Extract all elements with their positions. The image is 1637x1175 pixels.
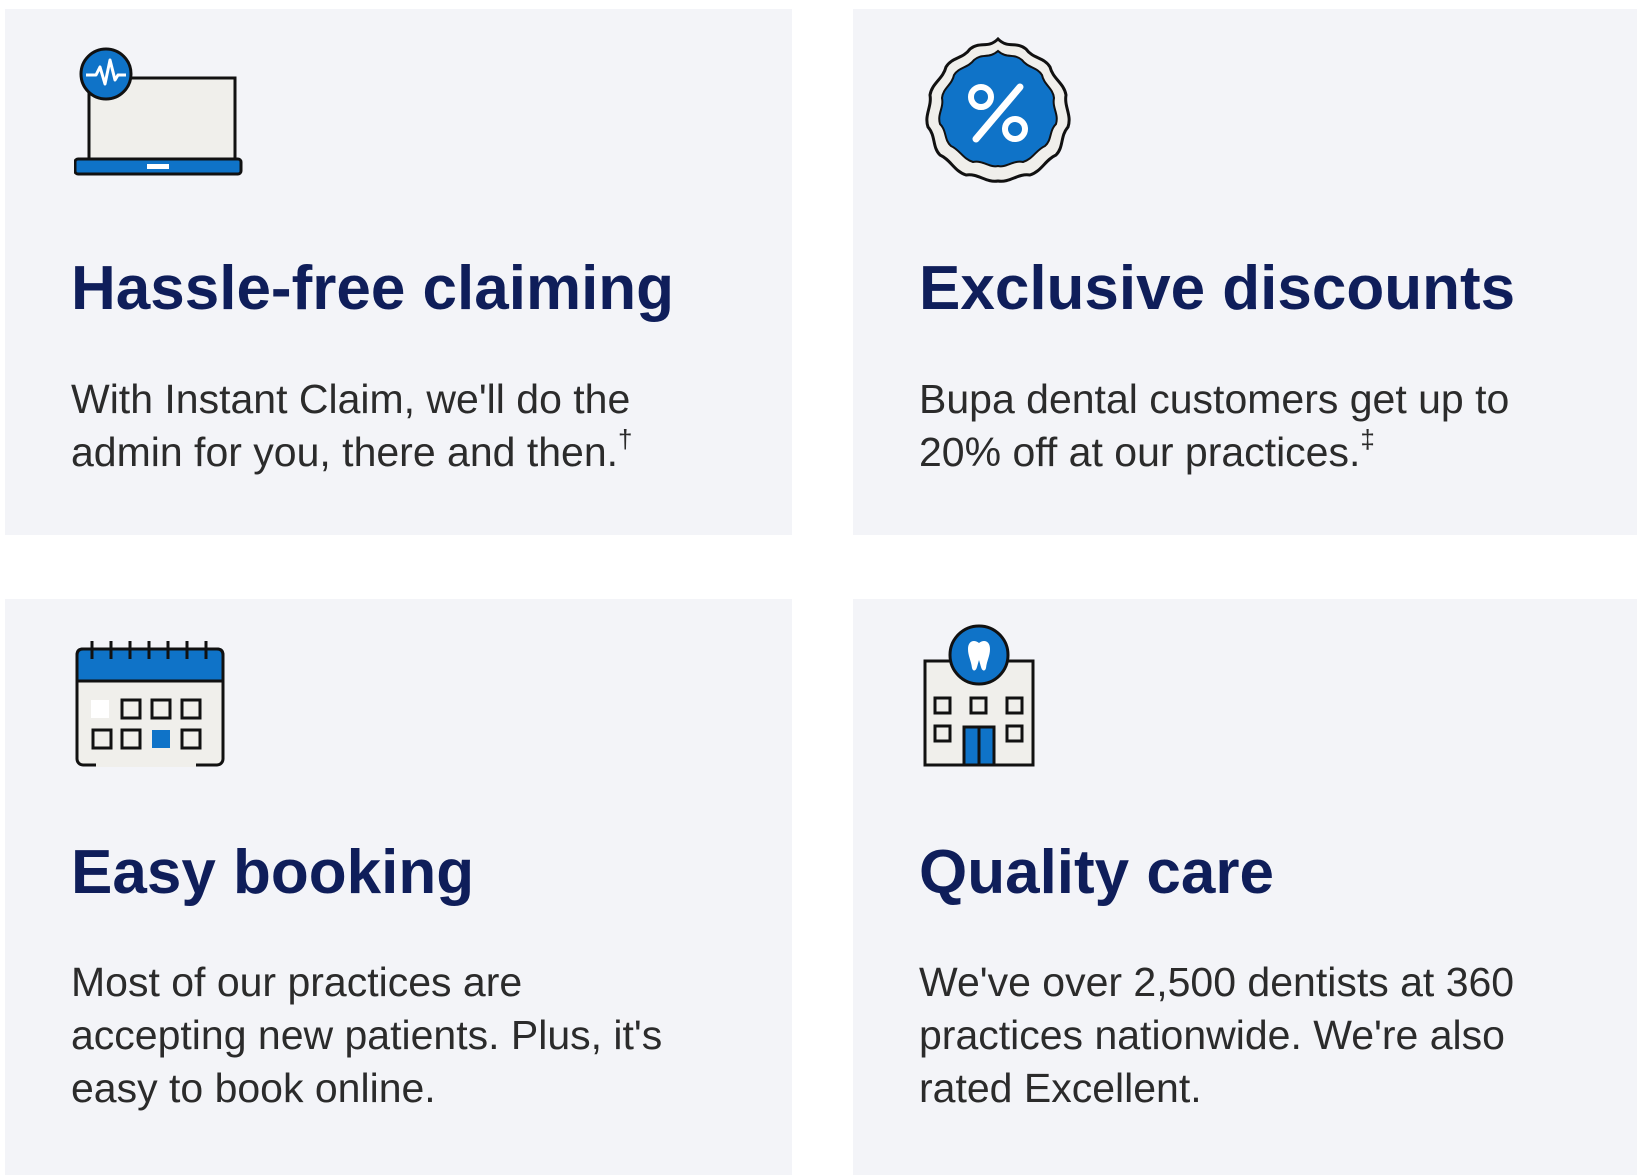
card-title: Exclusive discounts (919, 254, 1516, 323)
card-title: Quality care (919, 838, 1274, 907)
calendar-icon (75, 641, 225, 767)
footnote-mark: † (618, 424, 633, 454)
card-description: We've over 2,500 dentists at 360 practice… (919, 959, 1515, 1111)
card-description: Bupa dental customers get up to 20% off a… (919, 376, 1510, 475)
card-title: Hassle-free claiming (71, 254, 675, 323)
dental-practice-building-icon (923, 624, 1035, 767)
laptop-heartbeat-icon (74, 47, 243, 176)
feature-card-quality-care: Quality care We've over 2,500 dentists a… (853, 599, 1637, 1175)
card-title: Easy booking (71, 838, 475, 907)
card-description: Most of our practices are accepting new p… (71, 959, 663, 1111)
card-description: With Instant Claim, we'll do the admin fo… (71, 376, 633, 475)
feature-card-easy-booking: Easy booking Most of our practices are ac… (5, 599, 792, 1175)
feature-card-hassle-free-claiming: Hassle-free claiming With Instant Claim,… (5, 9, 792, 535)
feature-card-exclusive-discounts: Exclusive discounts Bupa dental customer… (853, 9, 1637, 535)
discount-percent-badge-icon (925, 36, 1071, 183)
footnote-mark: ‡ (1360, 424, 1375, 454)
